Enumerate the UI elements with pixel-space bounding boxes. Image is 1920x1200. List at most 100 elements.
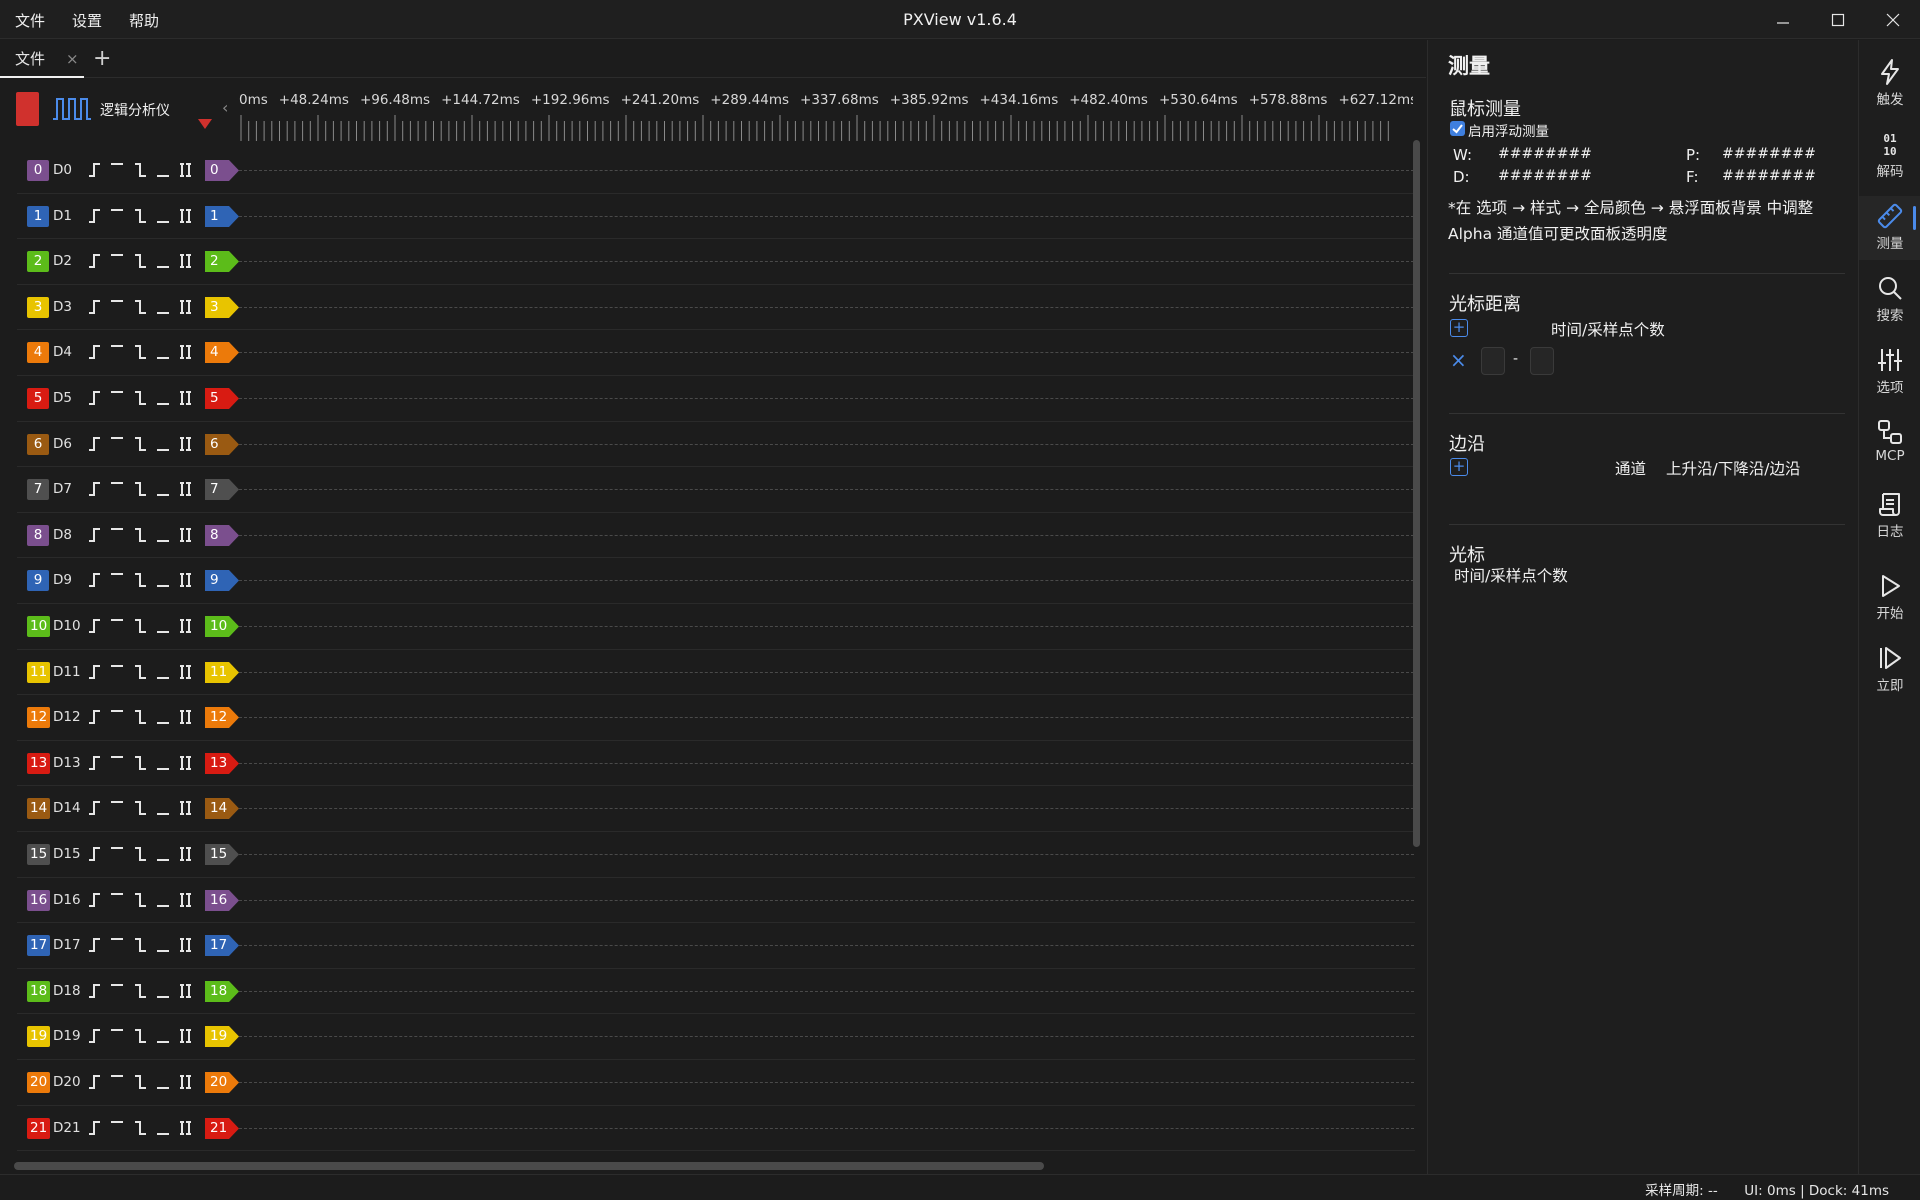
dock-log[interactable]: 日志 [1859, 484, 1920, 548]
channel-name[interactable]: D19 [53, 1028, 81, 1044]
menu-help[interactable]: 帮助 [129, 10, 159, 31]
channel-waveform[interactable] [239, 170, 1414, 171]
horizontal-scrollbar[interactable] [14, 1162, 1044, 1170]
channel-row[interactable]: 1 D1 1 [17, 194, 1415, 240]
channel-index-badge[interactable]: 14 [27, 798, 51, 820]
dock-start[interactable]: 开始 [1859, 566, 1920, 630]
trigger-selector[interactable] [87, 434, 199, 454]
dock-instant[interactable]: 立即 [1859, 638, 1920, 702]
channel-index-badge[interactable]: 5 [27, 388, 49, 409]
maximize-button[interactable] [1810, 0, 1865, 39]
dock-options[interactable]: 选项 [1859, 340, 1920, 404]
vertical-scrollbar[interactable] [1413, 140, 1420, 847]
channel-waveform[interactable] [239, 443, 1414, 445]
channel-name[interactable]: D6 [53, 436, 72, 452]
channel-waveform[interactable] [239, 899, 1414, 901]
channel-name[interactable]: D12 [53, 709, 81, 725]
channel-index-badge[interactable]: 16 [27, 889, 51, 911]
channel-name[interactable]: D15 [53, 846, 81, 862]
dock-trigger[interactable]: 触发 [1859, 52, 1920, 116]
channel-row[interactable]: 3 D3 3 [17, 285, 1415, 331]
channel-index-badge[interactable]: 9 [27, 570, 49, 592]
trigger-selector[interactable] [87, 981, 199, 1001]
trigger-selector[interactable] [87, 935, 199, 955]
channel-row[interactable]: 2 D2 2 [17, 239, 1415, 285]
channel-waveform[interactable] [239, 854, 1414, 855]
channel-index-badge[interactable]: 18 [27, 980, 51, 1002]
cursor-b-select[interactable] [1530, 347, 1554, 375]
channel-row[interactable]: 21 D21 21 [17, 1106, 1415, 1152]
channel-row[interactable]: 10 D10 10 [17, 604, 1415, 650]
trigger-selector[interactable] [87, 206, 199, 226]
trigger-selector[interactable] [87, 160, 199, 180]
channel-index-badge[interactable]: 17 [27, 935, 51, 957]
trigger-selector[interactable] [87, 251, 199, 271]
trigger-selector[interactable] [87, 1026, 199, 1046]
channel-name[interactable]: D5 [53, 390, 72, 406]
channel-index-badge[interactable]: 6 [27, 433, 49, 455]
channel-waveform[interactable] [239, 352, 1414, 354]
trigger-selector[interactable] [87, 753, 199, 773]
channel-name[interactable]: D13 [53, 755, 81, 771]
channel-name[interactable]: D18 [53, 983, 81, 999]
channel-waveform[interactable] [239, 398, 1414, 399]
channel-row[interactable]: 18 D18 18 [17, 969, 1415, 1015]
channel-name[interactable]: D2 [53, 253, 72, 269]
trigger-selector[interactable] [87, 342, 199, 362]
channel-index-badge[interactable]: 2 [27, 251, 49, 273]
dock-measure[interactable]: 测量 [1859, 196, 1920, 260]
time-ruler[interactable]: 0ms +48.24ms +96.48ms +144.72ms +192.96ms +24… [239, 79, 1413, 141]
channel-waveform[interactable] [239, 717, 1414, 719]
channel-name[interactable]: D3 [53, 299, 72, 315]
channel-index-badge[interactable]: 12 [27, 707, 51, 729]
collapse-chevron-icon[interactable]: ‹ [222, 98, 228, 117]
channel-name[interactable]: D11 [53, 664, 81, 680]
channel-waveform[interactable] [239, 1036, 1414, 1038]
channel-row[interactable]: 14 D14 14 [17, 786, 1415, 832]
channel-row[interactable]: 4 D4 4 [17, 330, 1415, 376]
channel-name[interactable]: D7 [53, 481, 72, 497]
trigger-selector[interactable] [87, 662, 199, 682]
channel-index-badge[interactable]: 21 [27, 1117, 51, 1139]
channel-name[interactable]: D10 [53, 618, 81, 634]
trigger-selector[interactable] [87, 844, 199, 864]
channel-row[interactable]: 0 D0 0 [17, 148, 1415, 194]
trigger-selector[interactable] [87, 616, 199, 636]
stop-indicator[interactable] [16, 92, 39, 126]
channel-waveform[interactable] [239, 489, 1414, 491]
channel-index-badge[interactable]: 4 [27, 342, 49, 364]
trigger-selector[interactable] [87, 570, 199, 590]
cursor-a-select[interactable] [1481, 347, 1505, 375]
add-tab-button[interactable]: + [93, 46, 111, 71]
float-measure-checkbox[interactable] [1450, 121, 1465, 136]
channel-row[interactable]: 7 D7 7 [17, 467, 1415, 513]
channel-name[interactable]: D20 [53, 1074, 81, 1090]
channel-index-badge[interactable]: 11 [27, 661, 51, 683]
channel-waveform[interactable] [239, 990, 1414, 992]
channel-name[interactable]: D14 [53, 800, 81, 816]
channel-waveform[interactable] [239, 762, 1414, 764]
trigger-selector[interactable] [87, 297, 199, 317]
channel-row[interactable]: 6 D6 6 [17, 422, 1415, 468]
channel-row[interactable]: 13 D13 13 [17, 741, 1415, 787]
channel-index-badge[interactable]: 7 [27, 479, 49, 501]
channel-waveform[interactable] [239, 945, 1414, 947]
channel-waveform[interactable] [239, 306, 1414, 308]
trigger-selector[interactable] [87, 1072, 199, 1092]
channel-row[interactable]: 20 D20 20 [17, 1060, 1415, 1106]
channel-waveform[interactable] [239, 808, 1414, 810]
channel-name[interactable]: D9 [53, 572, 72, 588]
channel-waveform[interactable] [239, 534, 1414, 536]
trigger-selector[interactable] [87, 890, 199, 910]
channel-row[interactable]: 12 D12 12 [17, 695, 1415, 741]
add-edge-button[interactable]: + [1450, 458, 1468, 476]
dock-search[interactable]: 搜索 [1859, 268, 1920, 332]
channel-index-badge[interactable]: 20 [27, 1072, 51, 1093]
channel-name[interactable]: D16 [53, 892, 81, 908]
channel-row[interactable]: 11 D11 11 [17, 650, 1415, 696]
trigger-selector[interactable] [87, 798, 199, 818]
minimize-button[interactable] [1755, 0, 1810, 39]
channel-waveform[interactable] [239, 626, 1414, 627]
channel-index-badge[interactable]: 10 [27, 616, 51, 637]
tab-close-icon[interactable]: × [66, 50, 79, 68]
